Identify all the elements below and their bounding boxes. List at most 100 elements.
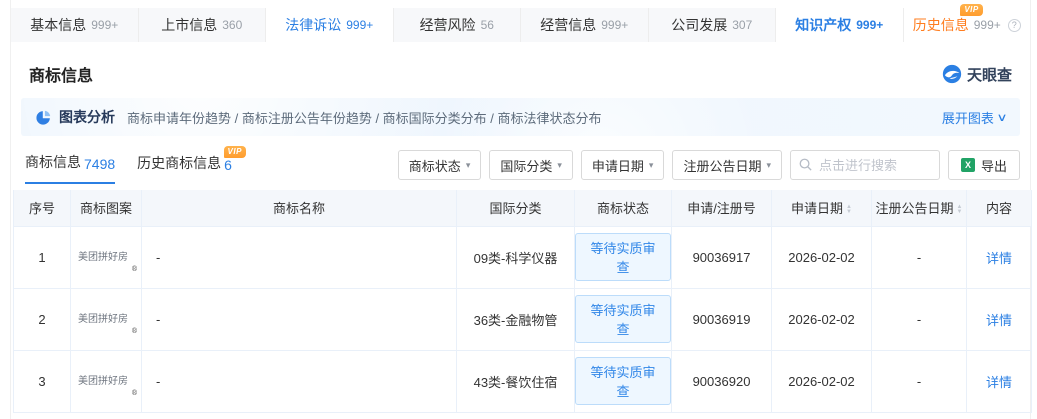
cell-action: 详情 <box>966 225 1032 289</box>
cell-seq: 2 <box>13 287 71 351</box>
filter-trademark-status[interactable]: 商标状态 ▾ <box>397 150 482 180</box>
brand: 天眼查 <box>942 64 1012 85</box>
tab-label: 知识产权 <box>795 17 852 33</box>
tab-count: 999+ <box>346 18 374 32</box>
cell-pub-date: - <box>871 225 967 289</box>
detail-link[interactable]: 详情 <box>986 251 1012 266</box>
tab-legal-proceedings[interactable]: 法律诉讼 999+ <box>266 8 394 42</box>
tab-company-development[interactable]: 公司发展 307 <box>648 8 776 42</box>
table-row: 3 美团拼好房 ® - 43类-餐饮住宿 等待实质审查 90036920 202… <box>13 349 1032 413</box>
cell-apply-date: 2026-02-02 <box>771 225 872 289</box>
vip-badge: VIP <box>960 4 983 16</box>
tab-count: 999+ <box>856 18 884 32</box>
chevron-down-icon: ∨ <box>996 111 1008 124</box>
excel-icon: X <box>960 158 975 172</box>
cell-status: 等待实质审查 <box>574 349 672 413</box>
top-tabbar: 基本信息 999+ 上市信息 360 法律诉讼 999+ 经营风险 56 经营信… <box>11 4 1030 42</box>
detail-link[interactable]: 详情 <box>986 313 1012 328</box>
subtab-count: 7498 <box>84 156 116 172</box>
registered-mark-symbol: ® <box>131 388 138 397</box>
cell-action: 详情 <box>966 287 1032 351</box>
col-apply-date[interactable]: 申请日期 ▲ ▼ <box>771 190 872 227</box>
tianyancha-eye-icon <box>942 64 962 84</box>
tab-intellectual-property[interactable]: 知识产权 999+ <box>776 8 904 42</box>
cell-intl-class: 43类-餐饮住宿 <box>456 349 575 413</box>
cell-mark-name: - <box>141 225 457 289</box>
subtab-history-trademark-info[interactable]: 历史商标信息 6 VIP <box>137 146 246 183</box>
help-icon[interactable]: ? <box>1007 18 1021 32</box>
tab-business-risk[interactable]: 经营风险 56 <box>393 8 521 42</box>
col-seq: 序号 <box>13 190 71 227</box>
table-row: 1 美团拼好房 ® - 09类-科学仪器 等待实质审查 90036917 202… <box>13 225 1032 289</box>
caret-down-icon: ▾ <box>766 159 771 170</box>
cell-apply-date: 2026-02-02 <box>771 349 872 413</box>
trademark-image[interactable]: 美团拼好房 ® <box>74 242 138 273</box>
tab-count: 360 <box>222 18 243 32</box>
filter-registration-announcement-date[interactable]: 注册公告日期 ▾ <box>672 150 782 180</box>
tab-label: 经营风险 <box>419 17 476 33</box>
col-mark-name: 商标名称 <box>141 190 457 227</box>
col-pub-date[interactable]: 注册公告日期 ▲ ▼ <box>871 190 967 227</box>
tab-count: 999+ <box>601 18 629 32</box>
col-status: 商标状态 <box>574 190 672 227</box>
cell-mark-name: - <box>141 287 457 351</box>
cell-pub-date: - <box>871 349 967 413</box>
trademark-table: 序号 商标图案 商标名称 国际分类 商标状态 申请/注册号 申请日期 ▲ ▼ 注册公… <box>13 190 1032 413</box>
cell-mark-image[interactable]: 美团拼好房 ® <box>70 225 142 289</box>
tab-history-info[interactable]: 历史信息 VIP 999+ ? <box>903 4 1030 42</box>
tab-label: 公司发展 <box>671 17 728 33</box>
tab-label: 上市信息 <box>161 17 218 33</box>
tab-basic-info[interactable]: 基本信息 999+ <box>11 8 139 42</box>
pie-chart-icon <box>36 110 51 125</box>
registered-mark-symbol: ® <box>131 326 138 335</box>
registered-mark-symbol: ® <box>131 264 138 273</box>
cell-mark-image[interactable]: 美团拼好房 ® <box>70 287 142 351</box>
chart-analysis-title: 图表分析 <box>59 109 115 125</box>
vip-badge: VIP <box>223 146 246 158</box>
search-icon <box>799 158 812 171</box>
cell-intl-class: 36类-金融物管 <box>456 287 575 351</box>
brand-name: 天眼查 <box>966 66 1012 84</box>
detail-link[interactable]: 详情 <box>986 375 1012 390</box>
col-intl-class: 国际分类 <box>456 190 575 227</box>
col-mark-image: 商标图案 <box>70 190 142 227</box>
cell-intl-class: 09类-科学仪器 <box>456 225 575 289</box>
trademark-toolbar: 商标信息 7498 历史商标信息 6 VIP 商标状态 ▾ 国际分类 ▾ 申请日… <box>11 136 1030 184</box>
cell-reg-no: 90036920 <box>671 349 772 413</box>
cell-pub-date: - <box>871 287 967 351</box>
search-box <box>789 150 940 180</box>
tab-count: 56 <box>480 18 494 32</box>
cell-mark-name: - <box>141 349 457 413</box>
chart-links[interactable]: 商标申请年份趋势 / 商标注册公告年份趋势 / 商标国际分类分布 / 商标法律状… <box>127 108 602 127</box>
status-badge: 等待实质审查 <box>575 233 671 281</box>
tab-label: 基本信息 <box>30 17 87 33</box>
page-title: 商标信息 <box>29 68 94 85</box>
caret-down-icon: ▾ <box>557 159 562 170</box>
tab-listing-info[interactable]: 上市信息 360 <box>138 8 266 42</box>
status-badge: 等待实质审查 <box>575 295 671 343</box>
trademark-image[interactable]: 美团拼好房 ® <box>74 366 138 397</box>
cell-status: 等待实质审查 <box>574 287 672 351</box>
tab-count: 307 <box>732 18 753 32</box>
caret-down-icon: ▾ <box>648 159 654 170</box>
table-header-row: 序号 商标图案 商标名称 国际分类 商标状态 申请/注册号 申请日期 ▲ ▼ 注册公… <box>13 190 1032 227</box>
filter-apply-date[interactable]: 申请日期 ▾ <box>580 150 665 180</box>
expand-charts-button[interactable]: 展开图表 ∨ <box>942 108 1008 127</box>
chart-analysis-bar: 图表分析 商标申请年份趋势 / 商标注册公告年份趋势 / 商标国际分类分布 / … <box>21 98 1020 136</box>
caret-down-icon: ▾ <box>465 159 471 170</box>
cell-reg-no: 90036919 <box>671 287 772 351</box>
filter-international-class[interactable]: 国际分类 ▾ <box>489 150 573 180</box>
sort-icon[interactable]: ▲ ▼ <box>957 204 963 215</box>
tab-label: 历史信息 <box>912 17 969 33</box>
tab-label: 法律诉讼 <box>285 17 342 33</box>
col-content: 内容 <box>966 190 1032 227</box>
cell-mark-image[interactable]: 美团拼好房 ® <box>70 349 142 413</box>
sort-icon[interactable]: ▲ ▼ <box>846 204 852 215</box>
col-reg-no: 申请/注册号 <box>671 190 772 227</box>
trademark-image[interactable]: 美团拼好房 ® <box>74 304 138 335</box>
subtab-count: 6 <box>224 157 232 173</box>
subtab-trademark-info[interactable]: 商标信息 7498 <box>25 152 116 184</box>
tab-business-info[interactable]: 经营信息 999+ <box>521 8 649 42</box>
page-card: 基本信息 999+ 上市信息 360 法律诉讼 999+ 经营风险 56 经营信… <box>10 0 1032 419</box>
export-button[interactable]: X 导出 <box>947 150 1020 180</box>
